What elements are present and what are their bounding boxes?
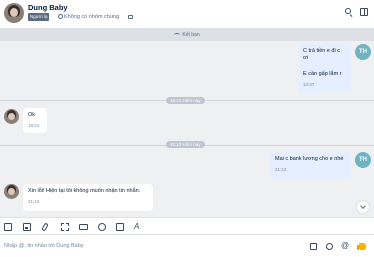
common-groups-label: Không có nhóm chung	[64, 14, 120, 20]
my-avatar[interactable]: TH	[355, 152, 371, 168]
my-avatar[interactable]: TH	[355, 44, 371, 60]
chat-header: Dung Baby Người lạ Không có nhóm chung	[0, 0, 374, 28]
contact-name[interactable]: Dung Baby	[28, 3, 68, 12]
add-friend-bar[interactable]: Kết bạn	[0, 28, 374, 41]
message-time: 21:13	[28, 199, 40, 204]
add-friend-label: Kết bạn	[182, 31, 200, 38]
contact-avatar-small[interactable]	[4, 109, 19, 124]
message-text: Ok	[28, 112, 36, 118]
message-text: E cần gấp lắm r	[303, 71, 342, 77]
screenshot-icon[interactable]	[61, 223, 69, 231]
message-list[interactable]: C trả tiền e đi c ơi E cần gấp lắm r 12:…	[0, 41, 374, 217]
attach-icon[interactable]	[41, 222, 49, 232]
sticker-icon[interactable]	[4, 223, 12, 231]
message-text: C trả tiền e đi c ơi	[303, 48, 340, 61]
composer: @	[0, 235, 374, 257]
message-bubble-outgoing[interactable]: C trả tiền e đi c ơi E cần gấp lắm r 12:…	[298, 44, 351, 93]
format-icon[interactable]: A	[134, 223, 139, 231]
message-time: 21:13	[275, 167, 287, 172]
message-text: Xin lỗi! Hiện tại tôi không muốn nhận ti…	[28, 188, 141, 194]
image-icon[interactable]	[23, 223, 31, 231]
time-divider: 16:21 Hôm nay	[166, 97, 205, 104]
message-input[interactable]	[4, 239, 294, 253]
layout-icon[interactable]	[360, 8, 368, 16]
search-icon[interactable]	[345, 8, 353, 17]
note-icon[interactable]	[128, 15, 133, 19]
mention-icon[interactable]: @	[341, 242, 349, 250]
chevron-down-icon	[360, 203, 366, 209]
quick-message-icon[interactable]	[310, 243, 317, 250]
time-divider: 21:13 Hôm nay	[166, 141, 205, 148]
like-button[interactable]	[357, 240, 369, 252]
contact-avatar-small[interactable]	[4, 184, 19, 199]
stranger-tag[interactable]: Người lạ	[28, 13, 50, 21]
scroll-to-bottom-button[interactable]	[357, 201, 369, 213]
reminder-icon[interactable]	[98, 223, 106, 231]
composer-toolbar: A	[0, 217, 374, 235]
task-icon[interactable]	[116, 223, 124, 231]
add-friend-icon	[174, 32, 181, 37]
contact-avatar[interactable]	[4, 3, 24, 23]
message-time: 12:37	[303, 82, 315, 87]
card-icon[interactable]	[79, 224, 88, 230]
group-icon	[58, 14, 63, 19]
message-bubble-outgoing[interactable]: Mai c bank lương cho e nhé 21:13	[270, 152, 351, 179]
emoji-icon[interactable]	[326, 243, 333, 250]
message-text: Mai c bank lương cho e nhé	[275, 156, 344, 162]
common-groups[interactable]: Không có nhóm chung	[58, 13, 119, 21]
message-bubble-incoming[interactable]: Xin lỗi! Hiện tại tôi không muốn nhận ti…	[23, 184, 153, 211]
message-bubble-incoming[interactable]: Ok 18:21	[23, 108, 47, 133]
message-time: 18:21	[28, 123, 40, 128]
